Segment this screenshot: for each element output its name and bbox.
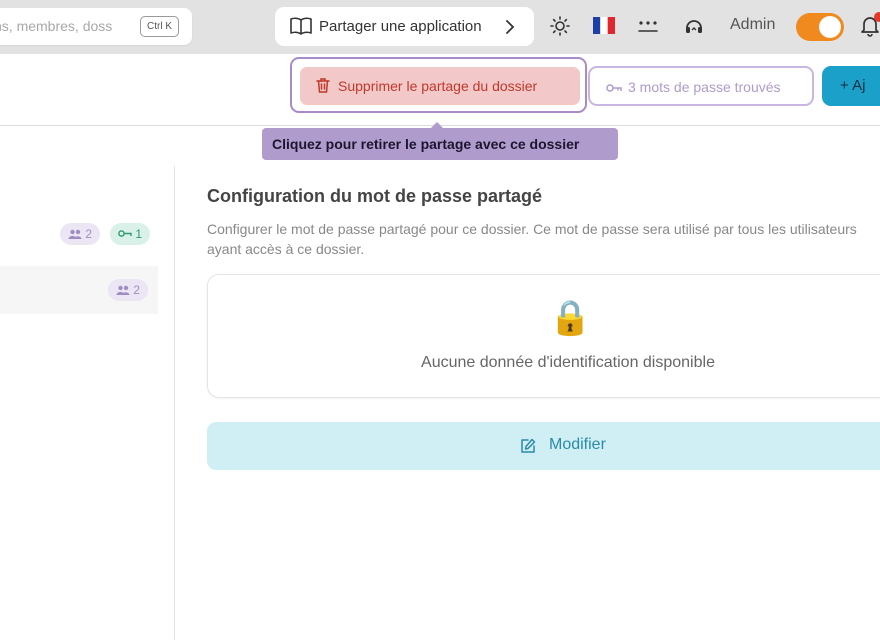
members-count: 2	[133, 283, 141, 297]
search-shortcut-badge: Ctrl K	[140, 16, 179, 37]
key-icon	[118, 230, 132, 237]
add-button[interactable]: + Aj	[822, 66, 880, 106]
top-bar: ns, membres, doss Ctrl K Partager une ap…	[0, 0, 880, 54]
book-icon	[290, 17, 312, 40]
users-icon	[68, 229, 82, 239]
support-headset-icon[interactable]	[684, 16, 704, 41]
lock-icon: 🔒	[549, 299, 592, 337]
key-icon	[606, 80, 622, 98]
add-button-label: + Aj	[840, 77, 866, 94]
notification-dot	[874, 12, 880, 22]
trash-icon	[316, 78, 330, 98]
sidebar-divider	[174, 166, 175, 640]
sun-icon[interactable]	[550, 16, 570, 41]
keys-count: 1	[135, 227, 143, 241]
search-box[interactable]: ns, membres, doss Ctrl K	[0, 8, 192, 45]
passwords-found-button[interactable]: 3 mots de passe trouvés	[588, 66, 814, 106]
members-count: 2	[85, 227, 93, 241]
password-mask-icon[interactable]	[638, 18, 658, 39]
share-application-label: Partager une application	[319, 18, 482, 35]
credentials-card: 🔒 Aucune donnée d'identification disponi…	[207, 274, 880, 398]
users-icon	[116, 285, 130, 295]
search-input[interactable]: ns, membres, doss	[0, 18, 120, 34]
tooltip: Cliquez pour retirer le partage avec ce …	[262, 122, 618, 160]
toggle-knob	[819, 16, 841, 38]
user-name: Admin	[730, 16, 776, 33]
edit-icon	[520, 438, 536, 459]
tooltip-arrow	[430, 122, 444, 129]
section-description: Configurer le mot de passe partagé pour …	[207, 221, 857, 257]
passwords-found-label: 3 mots de passe trouvés	[628, 79, 781, 95]
keys-count-badge: 1	[110, 223, 151, 245]
modify-label: Modifier	[549, 436, 606, 453]
delete-folder-share-button[interactable]: Supprimer le partage du dossier	[300, 67, 580, 105]
modify-button[interactable]: Modifier	[207, 422, 880, 470]
section-title: Configuration du mot de passe partagé	[207, 186, 543, 206]
theme-toggle[interactable]	[796, 13, 844, 41]
chevron-right-icon	[505, 19, 515, 40]
empty-state-text: Aucune donnée d'identification disponibl…	[421, 354, 715, 371]
tooltip-text: Cliquez pour retirer le partage avec ce …	[272, 136, 580, 152]
delete-folder-share-label: Supprimer le partage du dossier	[338, 78, 538, 94]
members-count-badge: 2	[60, 223, 101, 245]
share-application-button[interactable]: Partager une application	[275, 7, 534, 46]
members-count-badge: 2	[108, 279, 149, 301]
french-flag-icon[interactable]	[593, 17, 615, 39]
